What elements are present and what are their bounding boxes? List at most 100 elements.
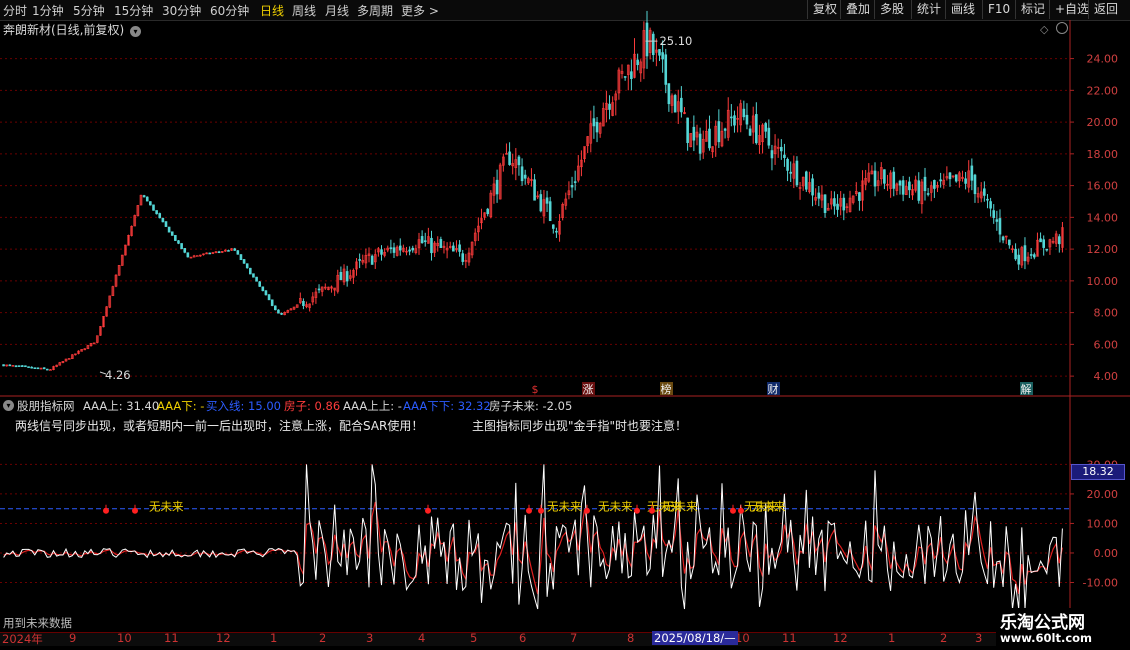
- candle-body: [898, 180, 902, 186]
- candle-body: [317, 288, 321, 291]
- candle-body: [630, 71, 633, 79]
- candle-body: [661, 52, 664, 60]
- candle-body: [258, 281, 261, 287]
- candles-group: [2, 10, 1064, 371]
- candle-body: [842, 197, 846, 211]
- candle-body: [523, 174, 527, 179]
- candle-body: [817, 192, 821, 199]
- axis-month: 3: [975, 631, 983, 645]
- candle-body: [836, 203, 839, 210]
- candle-body: [152, 204, 155, 211]
- candle-body: [992, 210, 996, 218]
- candlestick-chart[interactable]: 4.00 6.00 8.00 10.00 12.00 14.00 16.00 18.00 20.…: [0, 0, 1130, 397]
- candle-body: [2, 364, 5, 367]
- axis-month: 5: [470, 631, 478, 645]
- candle-body: [280, 313, 283, 315]
- candle-body: [430, 237, 433, 254]
- axis-month: 11: [164, 631, 179, 645]
- main-grid: [0, 20, 1130, 397]
- candle-body: [1014, 248, 1017, 260]
- aaa-up-series-line: [3, 464, 1063, 610]
- candle-body: [926, 193, 930, 195]
- candle-body: [595, 121, 599, 133]
- candle-body: [795, 160, 799, 186]
- candle-body: [883, 169, 886, 184]
- candle-body: [227, 250, 230, 252]
- watermark-title: 乐淘公式网: [1000, 613, 1085, 633]
- extreme-labels: 25.10 4.26: [99, 34, 692, 382]
- axis-month: 10: [117, 631, 132, 645]
- y-tick-label: 20.00: [1087, 488, 1119, 501]
- candle-body: [486, 208, 490, 215]
- candle-body: [233, 248, 237, 251]
- candle-body: [49, 369, 52, 371]
- candle-body: [186, 252, 190, 258]
- candle-body: [267, 294, 271, 301]
- axis-month: 8: [627, 631, 635, 645]
- candle-body: [30, 366, 33, 369]
- candle-body: [142, 195, 146, 198]
- y-tick-label: 6.00: [1094, 338, 1119, 351]
- y-tick-label: 10.00: [1087, 517, 1119, 530]
- candle-body: [380, 249, 383, 255]
- candle-body: [570, 185, 574, 188]
- candle-body: [420, 236, 424, 244]
- candle-body: [24, 365, 27, 368]
- candle-body: [270, 299, 274, 306]
- candle-body: [177, 240, 180, 244]
- candle-body: [764, 123, 768, 132]
- candle-body: [36, 367, 40, 370]
- candle-body: [673, 95, 677, 113]
- candle-body: [1001, 236, 1005, 241]
- candle-body: [170, 231, 174, 236]
- candle-body: [948, 172, 952, 180]
- candle-body: [986, 198, 989, 201]
- candle-body: [573, 181, 577, 183]
- candle-body: [264, 290, 268, 296]
- y-tick-label: 16.00: [1087, 180, 1119, 193]
- y-tick-label: -10.00: [1083, 576, 1118, 589]
- candle-body: [923, 176, 927, 192]
- candle-body: [723, 128, 727, 131]
- candle-body: [245, 263, 249, 269]
- candle-body: [664, 54, 668, 85]
- candle-body: [145, 196, 149, 202]
- candle-body: [17, 365, 21, 367]
- candle-body: [249, 267, 252, 275]
- event-marker: $: [532, 383, 539, 396]
- candle-body: [680, 97, 683, 113]
- candle-body: [789, 171, 792, 174]
- candle-body: [158, 213, 162, 219]
- candle-body: [452, 245, 455, 252]
- candle-body: [183, 248, 187, 253]
- candle-body: [45, 368, 49, 371]
- candle-body: [439, 239, 443, 248]
- candle-body: [708, 128, 711, 149]
- y-tick-label: 24.00: [1087, 53, 1119, 66]
- candle-body: [973, 174, 977, 195]
- axis-month: 12: [833, 631, 848, 645]
- event-marker: 榜: [661, 382, 672, 396]
- no-future-label: 无未来: [663, 500, 698, 514]
- event-marker: 涨: [583, 383, 594, 396]
- axis-month: 1: [888, 631, 896, 645]
- candle-body: [998, 218, 1002, 235]
- main-y-axis: 4.00 6.00 8.00 10.00 12.00 14.00 16.00 18.00 20.…: [1070, 53, 1119, 383]
- candle-body: [964, 178, 967, 184]
- candle-body: [686, 117, 689, 143]
- candle-body: [805, 171, 808, 190]
- time-axis[interactable]: [0, 632, 1070, 646]
- candle-body: [970, 165, 974, 181]
- low-value-label: 4.26: [105, 368, 131, 382]
- candle-body: [623, 76, 627, 78]
- candle-body: [155, 210, 158, 215]
- axis-month: 3: [366, 631, 374, 645]
- indicator-chart[interactable]: -10.000.0010.0020.0030.00 无未来无未来无未来无未来无未…: [0, 397, 1130, 632]
- candle-body: [823, 194, 827, 213]
- candle-body: [274, 305, 277, 311]
- candle-body: [717, 121, 721, 143]
- house-series-line: [3, 501, 1063, 595]
- candle-body: [901, 180, 905, 195]
- candle-body: [783, 154, 786, 158]
- candle-body: [742, 108, 746, 118]
